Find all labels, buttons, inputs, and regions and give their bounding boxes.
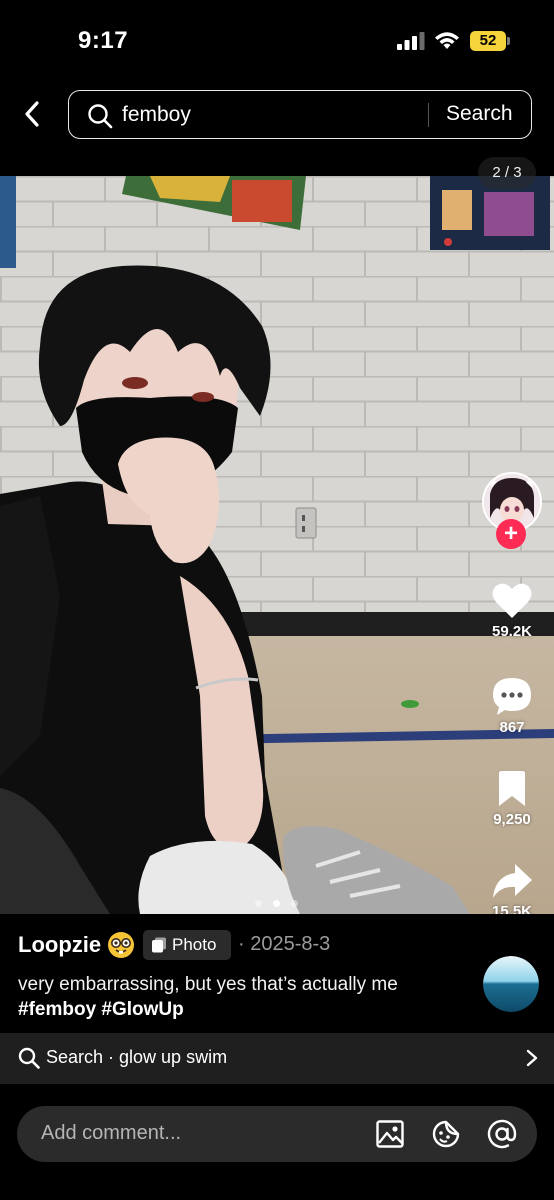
comment-count: 867 [499,719,525,736]
back-icon [25,101,39,127]
follow-button[interactable]: + [496,519,526,549]
save-count: 9,250 [493,811,531,828]
nerd-emoji-icon [108,932,134,958]
page-indicator: 2 / 3 [478,157,536,189]
related-search-bar[interactable]: Search · glow up swim [0,1033,554,1083]
search-icon [88,104,113,129]
share-icon [493,864,532,898]
photo-badge: Photo [143,930,231,960]
hashtag-link[interactable]: #femboy [18,999,96,1020]
bookmark-icon [499,771,525,806]
search-divider [428,103,429,127]
carousel-dot-active [273,900,280,907]
comment-input[interactable]: Add comment... [17,1106,537,1162]
comment-placeholder: Add comment... [41,1122,182,1144]
music-disc-image [483,956,539,1012]
sticker-icon[interactable] [431,1119,461,1149]
search-query-text: femboy [122,103,191,126]
like-button[interactable]: 59.2K [470,582,554,640]
search-header: femboy Search [0,80,554,176]
wifi-icon [435,32,459,49]
carousel-dot [291,900,298,907]
comment-button[interactable]: 867 [470,676,554,736]
photo-mode-icon [152,937,166,953]
save-button[interactable]: 9,250 [470,770,554,828]
status-time: 9:17 [78,27,129,54]
signal-icon [397,32,425,50]
carousel-dots [255,900,300,908]
related-search-text: Search · glow up swim [46,1047,228,1067]
caption-text: very embarrassing, but yes that’s actual… [18,974,398,995]
share-button[interactable]: 15.5K [470,862,554,920]
chevron-right-icon [526,1049,538,1067]
comment-bar: Add comment... [0,1083,554,1200]
comment-icon [493,678,531,715]
music-disc[interactable] [483,956,539,1012]
search-input[interactable]: femboy Search [68,90,532,139]
back-button[interactable] [14,94,50,134]
photo-badge-label: Photo [172,935,217,954]
search-submit-button[interactable]: Search [446,102,513,126]
post-date: · 2025-8-3 [238,933,331,955]
status-bar: 9:17 52 [0,0,554,80]
like-count: 59.2K [491,623,533,640]
battery-level: 52 [470,31,506,51]
battery-nub [507,37,510,45]
hashtag-link[interactable]: #GlowUp [101,999,183,1020]
carousel-dot [255,900,262,907]
search-icon [18,1047,40,1069]
author-name[interactable]: Loopzie [18,932,101,958]
post-caption: very embarrassing, but yes that’s actual… [18,972,458,1022]
mention-icon[interactable] [487,1119,517,1149]
image-icon[interactable] [375,1119,405,1149]
post-caption-area: Loopzie Photo · 2025-8-3 very embarrassi… [0,914,554,1034]
heart-icon [492,583,532,618]
